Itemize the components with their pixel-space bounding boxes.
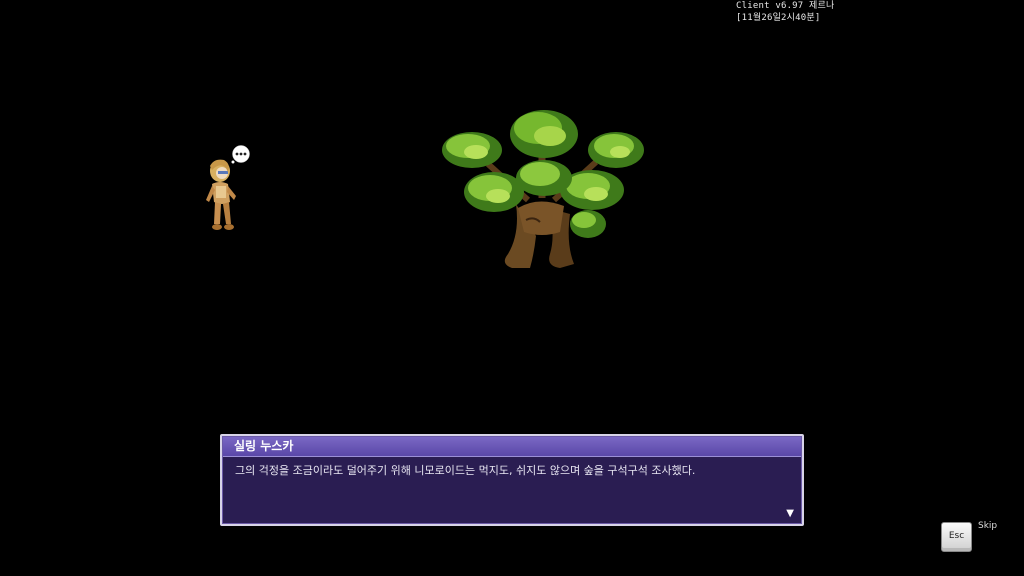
skip-label: Skip — [978, 521, 998, 531]
dialog-next-arrow-icon[interactable]: ▼ — [786, 509, 794, 519]
game-scene: Client v6.97 제르나 [11월26일2시40분] 실링 누스카 그의… — [0, 0, 1024, 576]
dialog-speaker-name: 실링 누스카 — [234, 439, 294, 453]
dialog-title-bar: 실링 누스카 — [223, 437, 801, 457]
tree-monster-sprite — [442, 110, 644, 268]
dialog-text: 그의 걱정을 조금이라도 덜어주기 위해 니모로이드는 먹지도, 쉬지도 않으며… — [235, 464, 696, 477]
client-version-info: Client v6.97 제르나 [11월26일2시40분] — [736, 0, 834, 24]
client-timestamp: [11월26일2시40분] — [736, 13, 821, 23]
skip-esc-button[interactable]: Esc — [941, 522, 972, 552]
ellipsis-icon — [231, 145, 250, 164]
client-version: Client v6.97 제르나 — [736, 1, 835, 11]
dialog-box[interactable]: 실링 누스카 그의 걱정을 조금이라도 덜어주기 위해 니모로이드는 먹지도, … — [220, 434, 804, 526]
